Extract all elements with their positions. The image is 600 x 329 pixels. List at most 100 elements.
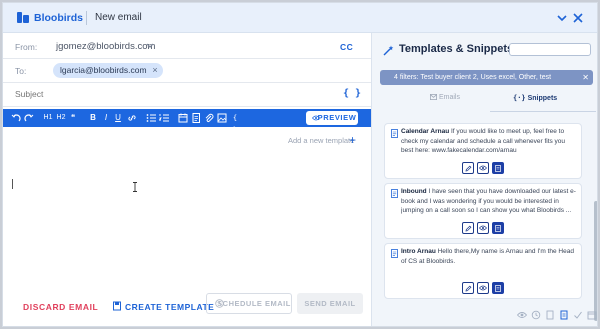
insert-snippet-button[interactable] (492, 222, 504, 234)
tab-snippets-label: Snippets (527, 95, 558, 102)
template-search-input[interactable] (509, 43, 591, 56)
mail-icon (430, 94, 437, 100)
create-template-label: CREATE TEMPLATE (125, 302, 215, 312)
subject-input[interactable] (15, 89, 315, 99)
insert-doc-icon (495, 284, 501, 292)
document-icon[interactable] (191, 112, 201, 124)
pencil-icon (465, 285, 471, 291)
heading2-button[interactable]: H2 (56, 112, 66, 124)
insert-doc-icon (495, 164, 501, 172)
tab-emails[interactable]: Emails (430, 94, 460, 101)
edit-snippet-button[interactable] (462, 282, 474, 294)
eye-icon (479, 285, 487, 291)
history-icon[interactable] (531, 310, 541, 320)
preview-snippet-button[interactable] (477, 222, 489, 234)
preview-snippet-button[interactable] (477, 162, 489, 174)
window-title: New email (95, 12, 142, 23)
cc-button[interactable]: CC (340, 42, 353, 52)
send-email-button[interactable]: SEND EMAIL (297, 293, 363, 314)
to-row: To: lgarcia@bloobirds.com × (3, 59, 371, 83)
create-template-button[interactable]: CREATE TEMPLATE (113, 301, 215, 312)
active-doc-icon[interactable] (559, 310, 569, 320)
templates-panel: Templates & Snippets 4 filters: Test buy… (371, 33, 597, 326)
compose-panel: From: jgomez@bloobirds.com CC To: lgarci… (3, 33, 371, 326)
recipient-email: lgarcia@bloobirds.com (60, 65, 147, 75)
edit-snippet-button[interactable] (462, 222, 474, 234)
eye-icon (479, 165, 487, 171)
code-icon[interactable]: { } (230, 112, 240, 134)
italic-button[interactable]: I (102, 112, 110, 124)
variables-button[interactable]: { } (343, 88, 361, 99)
brand-name: Bloobirds (34, 12, 83, 24)
bold-button[interactable]: B (89, 112, 97, 124)
from-label: From: (15, 42, 38, 52)
pencil-icon (465, 165, 471, 171)
calendar-icon[interactable] (587, 310, 597, 320)
remove-recipient-icon[interactable]: × (152, 63, 157, 78)
formatting-toolbar: H1 H2 ❝ B I U {} PREVIEW (3, 109, 371, 134)
from-select[interactable]: jgomez@bloobirds.com (56, 41, 155, 52)
redo-icon[interactable] (24, 112, 34, 124)
edit-snippet-button[interactable] (462, 162, 474, 174)
pencil-icon (465, 225, 471, 231)
snippet-actions (462, 222, 504, 234)
underline-button[interactable]: U (114, 112, 122, 124)
add-template-link[interactable]: Add a new template (288, 136, 354, 145)
eye-icon (312, 115, 320, 121)
calendar-icon[interactable] (178, 112, 188, 124)
snippet-text: Inbound I have seen that you have downlo… (401, 187, 579, 216)
add-template-plus-icon[interactable]: + (349, 133, 356, 147)
snippet-doc-icon (391, 189, 398, 198)
snippet-title: Intro Arnau (401, 248, 436, 255)
snippet-actions (462, 162, 504, 174)
to-label: To: (15, 66, 27, 76)
chevron-down-icon[interactable] (146, 43, 154, 49)
insert-snippet-button[interactable] (492, 282, 504, 294)
template-doc-icon[interactable] (545, 310, 555, 320)
eye-icon (479, 225, 487, 231)
insert-snippet-button[interactable] (492, 162, 504, 174)
numbered-list-icon[interactable] (159, 112, 169, 124)
magic-wand-icon (383, 45, 394, 56)
filters-text: 4 filters: Test buyer client 2, Uses exc… (394, 74, 552, 81)
clock-icon (215, 299, 224, 308)
ibeam-cursor-icon (133, 182, 137, 192)
minimize-icon[interactable] (555, 11, 569, 25)
window-header: Bloobirds New email (3, 3, 597, 33)
tab-snippets[interactable]: {·} Snippets (513, 94, 557, 102)
quote-button[interactable]: ❝ (69, 112, 77, 124)
tab-underline (490, 111, 596, 112)
close-icon[interactable] (571, 11, 585, 25)
undo-icon[interactable] (11, 112, 21, 124)
snippet-body: I have seen that you have downloaded our… (401, 188, 576, 214)
snippet-title: Inbound (401, 188, 427, 195)
preview-button[interactable]: PREVIEW (306, 111, 358, 125)
heading1-button[interactable]: H1 (43, 112, 53, 124)
text-cursor (12, 179, 13, 189)
snippet-doc-icon (391, 129, 398, 138)
preview-snippet-button[interactable] (477, 282, 489, 294)
snippet-card[interactable]: Intro Arnau Hello there,My name is Arnau… (384, 243, 582, 299)
subject-row: { } (3, 83, 371, 107)
compose-actions: DISCARD EMAIL CREATE TEMPLATE SCHEDULE E… (3, 291, 371, 321)
schedule-email-button[interactable]: SCHEDULE EMAIL (206, 293, 292, 314)
active-filters-pill[interactable]: 4 filters: Test buyer client 2, Uses exc… (380, 70, 593, 85)
insert-doc-icon (495, 224, 501, 232)
checkmark-icon[interactable] (573, 310, 583, 320)
snippet-card[interactable]: Calendar Arnau If you would like to meet… (384, 123, 582, 179)
snippet-title: Calendar Arnau (401, 128, 450, 135)
panel-title: Templates & Snippets (399, 43, 514, 55)
snippet-card[interactable]: Inbound I have seen that you have downlo… (384, 183, 582, 239)
link-icon[interactable] (127, 112, 137, 124)
panel-scrollbar[interactable] (594, 201, 597, 321)
eye-icon[interactable] (517, 310, 527, 320)
image-icon[interactable] (217, 112, 227, 124)
save-icon (113, 301, 121, 311)
attachment-icon[interactable] (204, 112, 214, 124)
discard-email-button[interactable]: DISCARD EMAIL (23, 302, 98, 312)
bullet-list-icon[interactable] (146, 112, 156, 124)
recipient-chip[interactable]: lgarcia@bloobirds.com × (53, 63, 163, 78)
header-divider (86, 11, 87, 25)
clear-filters-icon[interactable]: ✕ (582, 70, 589, 85)
email-body-editor[interactable] (7, 151, 367, 281)
